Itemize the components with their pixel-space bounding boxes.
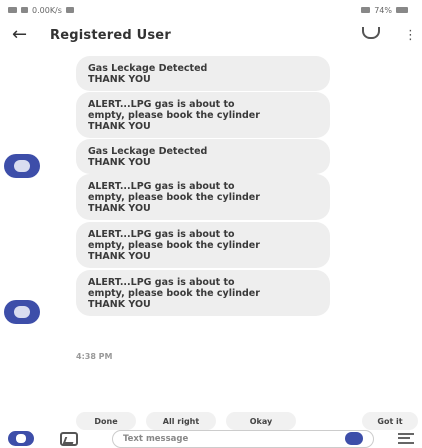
signal-icon <box>21 7 28 13</box>
wifi-icon <box>65 7 74 13</box>
message-bubble[interactable]: ALERT...LPG gas is about to empty, pleas… <box>76 222 330 268</box>
message-bubble[interactable]: ALERT...LPG gas is about to empty, pleas… <box>76 92 330 138</box>
app-bar: ← Registered User ⋮ <box>0 20 422 50</box>
smart-reply-okay[interactable]: Okay <box>226 412 296 430</box>
message-input[interactable] <box>112 430 374 448</box>
phone-icon[interactable] <box>362 27 380 39</box>
smart-reply-all-right[interactable]: All right <box>146 412 216 430</box>
emoji-icon[interactable] <box>345 432 363 445</box>
smart-reply-got-it[interactable]: Got it <box>362 412 418 430</box>
smart-replies: Done All right Okay Got it <box>0 412 422 430</box>
notification-icon <box>8 7 17 13</box>
message-thread[interactable]: Gas Leckage Detected THANK YOU ALERT...L… <box>0 52 422 396</box>
smart-reply-label: All right <box>162 416 200 426</box>
status-bar: 0.00K/s 74% <box>0 0 422 20</box>
mobile-signal-icon <box>361 7 371 13</box>
battery-level: 74% <box>374 5 392 15</box>
status-right: 74% <box>361 6 408 15</box>
smart-reply-done[interactable]: Done <box>76 412 136 430</box>
message-bubble[interactable]: ALERT...LPG gas is about to empty, pleas… <box>76 270 330 316</box>
network-speed: 0.00K/s <box>32 5 62 15</box>
conversation-title: Registered User <box>50 27 171 43</box>
send-sms-icon[interactable] <box>398 433 414 444</box>
message-timestamp: 4:38 PM <box>76 352 113 361</box>
sender-avatar[interactable] <box>4 300 40 324</box>
compose-bar <box>0 430 422 448</box>
add-attachment-icon[interactable] <box>8 431 34 446</box>
smart-reply-label: Got it <box>377 416 403 426</box>
sender-avatar[interactable] <box>4 154 40 178</box>
smart-reply-label: Okay <box>249 416 273 426</box>
back-arrow-icon[interactable]: ← <box>12 26 34 44</box>
message-bubble[interactable]: ALERT...LPG gas is about to empty, pleas… <box>76 174 330 220</box>
message-bubble[interactable]: Gas Leckage Detected THANK YOU <box>76 56 330 91</box>
battery-icon <box>396 7 408 13</box>
smart-reply-label: Done <box>94 416 118 426</box>
message-bubble[interactable]: Gas Leckage Detected THANK YOU <box>76 139 330 174</box>
more-vert-icon[interactable]: ⋮ <box>404 29 417 42</box>
gallery-icon[interactable] <box>60 432 78 446</box>
status-left: 0.00K/s <box>8 6 74 15</box>
